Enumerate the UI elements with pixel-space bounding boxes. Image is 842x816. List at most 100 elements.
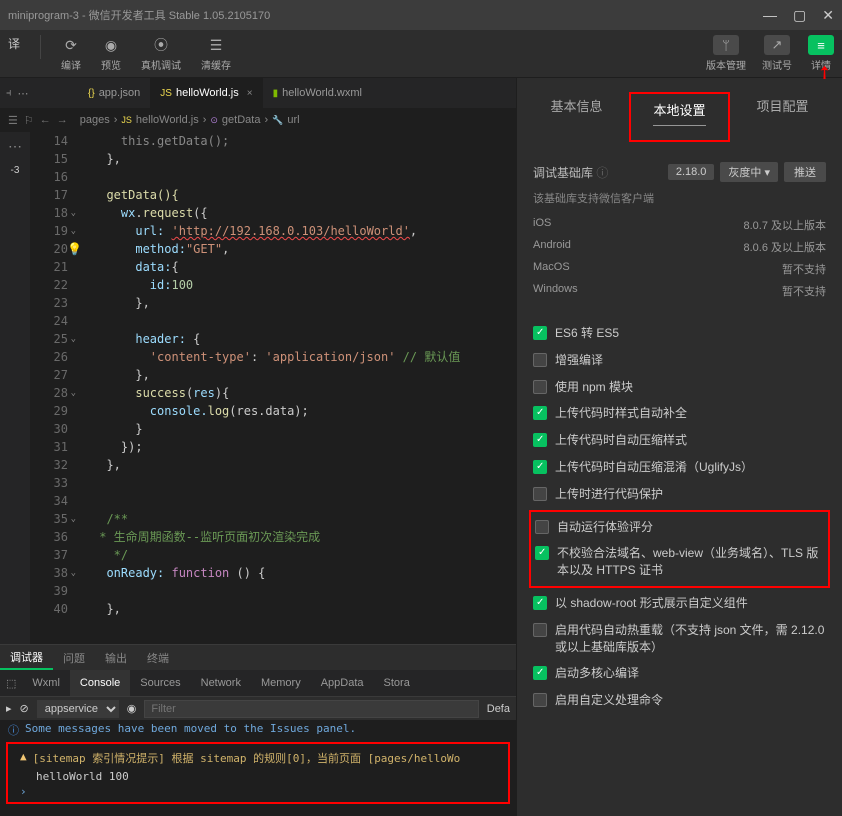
menu-icon: ≡: [808, 35, 834, 55]
tab-appjson[interactable]: {} app.json: [78, 78, 150, 108]
console-warn-line: ▲ [sitemap 索引情况提示] 根据 sitemap 的规则[0]，当前页…: [12, 748, 504, 768]
preview-button[interactable]: ◉ 预览: [101, 35, 121, 72]
external-icon: ↗: [764, 35, 790, 55]
version-badge[interactable]: 2.18.0: [668, 164, 715, 180]
collapse-icon[interactable]: ⫞: [6, 87, 12, 100]
code-content[interactable]: this.getData(); }, getData(){ wx.request…: [74, 132, 516, 644]
checkbox-icon: [533, 406, 547, 420]
maximize-icon[interactable]: ▢: [793, 7, 806, 24]
tab-helloworld-wxml[interactable]: ▮ helloWorld.wxml: [263, 78, 372, 108]
config-icon[interactable]: ⋯: [18, 87, 29, 100]
back-icon[interactable]: ←: [40, 114, 51, 127]
chevron-right-icon: ›: [114, 114, 118, 126]
play-icon[interactable]: ▸: [6, 702, 12, 715]
check-style-complete[interactable]: 上传代码时样式自动补全: [533, 400, 826, 427]
eye-icon: ◉: [101, 35, 121, 55]
help-icon[interactable]: ⓘ: [596, 166, 608, 180]
check-protect[interactable]: 上传时进行代码保护: [533, 481, 826, 508]
fold-icon[interactable]: ⌄: [71, 222, 76, 240]
fold-icon[interactable]: ⌄: [71, 564, 76, 582]
check-custom-cmd[interactable]: 启用自定义处理命令: [533, 687, 826, 714]
tab-output[interactable]: 输出: [95, 645, 137, 670]
console-toolbar: ▸ ⊘ appservice ◉ Defa: [0, 696, 516, 720]
eye-icon[interactable]: ◉: [127, 702, 137, 715]
fold-icon[interactable]: ⌄: [71, 330, 76, 348]
tab-memory[interactable]: Memory: [251, 670, 311, 696]
tab-appdata[interactable]: AppData: [311, 670, 374, 696]
checkbox-icon: [533, 460, 547, 474]
settings-checkboxes: ES6 转 ES5 增强编译 使用 npm 模块 上传代码时样式自动补全 上传代…: [533, 320, 826, 714]
tab-terminal[interactable]: 终端: [137, 645, 179, 670]
checkbox-icon: [533, 666, 547, 680]
check-no-verify[interactable]: 不校验合法域名、web-view（业务域名）、TLS 版本以及 HTTPS 证书: [535, 540, 824, 584]
clear-icon[interactable]: ⊘: [20, 702, 29, 715]
compile-button[interactable]: ⟳ 编译: [61, 35, 81, 72]
check-uglify[interactable]: 上传代码时自动压缩混淆（UglifyJs）: [533, 454, 826, 481]
inspect-icon[interactable]: ⬚: [0, 677, 22, 690]
bug-icon: ⦿: [151, 35, 171, 55]
check-enhance[interactable]: 增强编译: [533, 347, 826, 374]
bookmark-icon[interactable]: ⚐: [24, 114, 34, 127]
tab-helloworld-js[interactable]: JS helloWorld.js ×: [150, 78, 262, 108]
filter-input[interactable]: [144, 700, 478, 718]
tab-bar-icons: ⫞ ⋯: [0, 78, 35, 108]
tab-wxml[interactable]: Wxml: [22, 670, 70, 696]
fold-icon[interactable]: ⌄: [71, 510, 76, 528]
tab-local-settings[interactable]: 本地设置: [629, 92, 729, 142]
debug-button[interactable]: ⦿ 真机调试: [141, 35, 181, 72]
tab-network[interactable]: Network: [191, 670, 251, 696]
warning-icon: ▲: [20, 750, 27, 763]
context-select[interactable]: appservice: [37, 700, 119, 718]
editor-tab-bar: ⫞ ⋯ {} app.json JS helloWorld.js × ▮ hel…: [0, 78, 516, 108]
checkbox-icon: [533, 433, 547, 447]
minimize-icon[interactable]: —: [763, 7, 777, 24]
mode-select[interactable]: 译: [8, 35, 20, 72]
version-button[interactable]: ᛘ 版本管理: [706, 35, 746, 72]
info-icon: ⓘ: [8, 722, 19, 738]
close-icon[interactable]: ×: [247, 88, 253, 99]
check-auto-score[interactable]: 自动运行体验评分: [535, 514, 824, 541]
level-label[interactable]: Defa: [487, 703, 510, 715]
annotation-box: ▲ [sitemap 索引情况提示] 根据 sitemap 的规则[0]，当前页…: [6, 742, 510, 804]
sidebar-label: -3: [11, 165, 20, 176]
fold-icon[interactable]: ⌄: [71, 204, 76, 222]
lib-desc: 该基础库支持微信客户端: [533, 186, 826, 214]
gray-select[interactable]: 灰度中 ▾: [720, 162, 778, 182]
tab-issues[interactable]: 问题: [53, 645, 95, 670]
activity-bar: ⋯ -3: [0, 132, 30, 644]
check-es6[interactable]: ES6 转 ES5: [533, 320, 826, 347]
check-shadow-root[interactable]: 以 shadow-root 形式展示自定义组件: [533, 590, 826, 617]
code-editor[interactable]: ⋯ -3 14 15 16 17 18⌄ 19⌄ 20💡 21 22 23 24…: [0, 132, 516, 644]
lightbulb-icon[interactable]: 💡: [67, 240, 82, 258]
console-prompt[interactable]: ›: [12, 785, 504, 798]
close-icon[interactable]: ✕: [822, 7, 834, 24]
tab-debugger[interactable]: 调试器: [0, 645, 53, 670]
check-multi-core[interactable]: 启动多核心编译: [533, 660, 826, 687]
tab-basic-info[interactable]: 基本信息: [542, 92, 610, 142]
test-button[interactable]: ↗ 测试号: [762, 35, 792, 72]
js-icon: JS: [160, 88, 172, 99]
menu-icon[interactable]: ☰: [8, 114, 18, 127]
details-panel: 基本信息 本地设置 项目配置 调试基础库 ⓘ 2.18.0 灰度中 ▾ 推送 该…: [516, 78, 842, 816]
check-auto-compress[interactable]: 上传代码时自动压缩样式: [533, 427, 826, 454]
check-npm[interactable]: 使用 npm 模块: [533, 374, 826, 401]
line-gutter: 14 15 16 17 18⌄ 19⌄ 20💡 21 22 23 24 25⌄ …: [30, 132, 74, 644]
check-hot-reload[interactable]: 启用代码自动热重载（不支持 json 文件，需 2.12.0 或以上基础库版本）: [533, 617, 826, 661]
details-button[interactable]: ≡ 详情: [808, 35, 834, 72]
tab-project-config[interactable]: 项目配置: [748, 92, 816, 142]
tab-console[interactable]: Console: [70, 670, 130, 696]
tab-sources[interactable]: Sources: [130, 670, 190, 696]
forward-icon[interactable]: →: [57, 114, 68, 127]
main-toolbar: 译 ⟳ 编译 ◉ 预览 ⦿ 真机调试 ☰ 清缓存 ᛘ 版本管理 ↗ 测试号 ≡: [0, 30, 842, 78]
more-icon[interactable]: ⋯: [8, 138, 22, 155]
editor-panel: ⫞ ⋯ {} app.json JS helloWorld.js × ▮ hel…: [0, 78, 516, 816]
window-controls: — ▢ ✕: [763, 7, 834, 24]
clear-cache-button[interactable]: ☰ 清缓存: [201, 35, 231, 72]
checkbox-icon: [533, 596, 547, 610]
checkbox-icon: [535, 546, 549, 560]
debug-lib-row: 调试基础库 ⓘ 2.18.0 灰度中 ▾ 推送: [533, 156, 826, 186]
push-button[interactable]: 推送: [784, 162, 826, 182]
checkbox-icon: [533, 380, 547, 394]
tab-storage[interactable]: Stora: [374, 670, 420, 696]
fold-icon[interactable]: ⌄: [71, 384, 76, 402]
